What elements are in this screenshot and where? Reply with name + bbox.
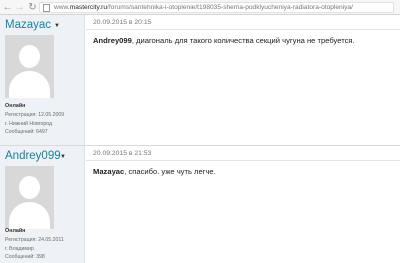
avatar[interactable] — [5, 166, 54, 229]
post-date: 20.09.2015 в 20:15 — [93, 19, 152, 26]
post-date: 20.09.2015 в 21:53 — [93, 150, 152, 157]
avatar[interactable] — [5, 35, 54, 98]
post-message: Andrey099, диагональ для такого количест… — [93, 36, 355, 45]
user-meta: Регистрация: 24.05.2011 г. Владимир Сооб… — [5, 236, 64, 262]
reload-icon[interactable]: ↻ — [27, 2, 38, 13]
caret-down-icon[interactable]: ▼ — [54, 23, 60, 29]
avatar-head — [19, 176, 40, 199]
forum-post: Andrey099 ▼ Онлайн Регистрация: 24.05.20… — [0, 146, 400, 263]
message-text: , диагональ для такого количества секций… — [131, 36, 355, 45]
date-divider — [86, 160, 400, 161]
mentioned-user: Andrey099 — [93, 36, 132, 45]
registration-date: Регистрация: 12.05.2009 — [5, 112, 65, 118]
post-author-sidebar: Mazayac ▼ Онлайн Регистрация: 12.05.2009… — [0, 15, 85, 145]
post-content: 20.09.2015 в 20:15 Andrey099, диагональ … — [86, 15, 400, 145]
post-message: Mazayac, спасибо. уже чуть легче. — [93, 167, 216, 176]
avatar-head — [19, 45, 40, 68]
username-link[interactable]: Mazayac — [5, 19, 51, 31]
user-city: г. Нижний Новгород — [5, 120, 53, 127]
post-content: 20.09.2015 в 21:53 Mazayac, спасибо. уже… — [86, 146, 400, 263]
message-count: Сообщений: 398 — [5, 254, 45, 260]
online-status: Онлайн — [5, 103, 26, 109]
page-icon — [43, 4, 50, 12]
back-arrow-icon[interactable]: ← — [2, 2, 13, 13]
message-count: Сообщений: 6497 — [5, 129, 48, 135]
url-text: www.mastercity.ru/forums/santehnika-i-ot… — [54, 4, 353, 11]
avatar-body — [9, 202, 50, 229]
username-link[interactable]: Andrey099 — [5, 150, 61, 162]
user-meta: Регистрация: 12.05.2009 г. Нижний Новгор… — [5, 111, 64, 137]
forward-arrow-icon[interactable]: → — [14, 2, 25, 13]
caret-down-icon[interactable]: ▼ — [60, 154, 66, 160]
post-author-sidebar: Andrey099 ▼ Онлайн Регистрация: 24.05.20… — [0, 146, 85, 263]
browser-toolbar: ← → ↻ www.mastercity.ru/forums/santehnik… — [0, 0, 400, 15]
user-city: г. Владимир — [5, 245, 34, 252]
date-divider — [86, 29, 400, 30]
address-bar[interactable]: www.mastercity.ru/forums/santehnika-i-ot… — [39, 2, 394, 13]
online-status: Онлайн — [5, 228, 26, 234]
forum-post: Mazayac ▼ Онлайн Регистрация: 12.05.2009… — [0, 15, 400, 145]
avatar-body — [9, 71, 50, 98]
mentioned-user: Mazayac — [93, 167, 125, 176]
registration-date: Регистрация: 24.05.2011 — [5, 237, 64, 243]
message-text: , спасибо. уже чуть легче. — [124, 167, 216, 176]
